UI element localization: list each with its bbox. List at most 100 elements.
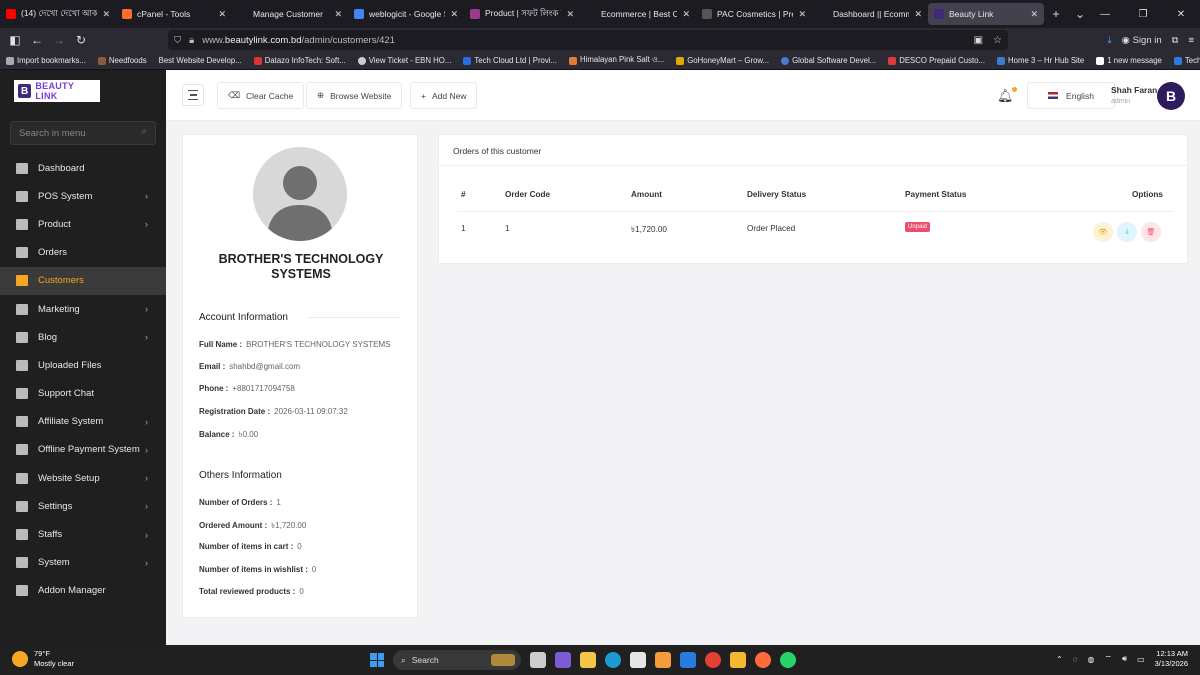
sidebar-item-pos-system[interactable]: POS System › — [0, 182, 166, 210]
sidebar-item-settings[interactable]: Settings › — [0, 492, 166, 520]
tray-app-icon[interactable]: ◍ — [1088, 655, 1095, 664]
sidebar-item-offline-payment[interactable]: Offline Payment System › — [0, 436, 166, 464]
download-icon[interactable]: ⤓ — [1117, 222, 1137, 242]
sidebar-item-support-chat[interactable]: Support Chat — [0, 380, 166, 408]
taskbar-search[interactable]: ⌕ Search — [393, 650, 521, 670]
browser-tab[interactable]: Ecommerce | Best Online Sh ✕ — [580, 3, 696, 25]
bookmark-item[interactable]: View Ticket - EBN HO... — [357, 56, 451, 65]
sidebar-item-website-setup[interactable]: Website Setup › — [0, 464, 166, 492]
sidebar-item-marketing[interactable]: Marketing › — [0, 295, 166, 323]
add-new-button[interactable]: + Add New — [410, 82, 478, 109]
language-selector[interactable]: English — [1027, 82, 1115, 109]
browser-tab[interactable]: (14) দেখো দেখো আকাশে ✕ — [0, 3, 116, 25]
windows-start-icon[interactable] — [370, 653, 384, 667]
brand-logo[interactable]: B BEAUTY LINK — [14, 80, 100, 102]
file-explorer-icon[interactable] — [580, 652, 596, 668]
sidebar-item-uploaded-files[interactable]: Uploaded Files — [0, 351, 166, 379]
reload-icon[interactable]: ↻ — [70, 33, 92, 47]
bookmark-item[interactable]: Tech Cloud Ltd | Provi... — [463, 56, 557, 65]
sidebar-item-orders[interactable]: Orders — [0, 239, 166, 267]
sidebar-item-system[interactable]: System › — [0, 549, 166, 577]
forward-icon[interactable]: → — [48, 33, 70, 47]
view-eye-icon[interactable]: 👁︎ — [1093, 222, 1113, 242]
close-icon[interactable]: ✕ — [218, 9, 226, 20]
browser-tab[interactable]: Manage Customer ✕ — [232, 3, 348, 25]
sidebar-toggle-icon[interactable]: ◧ — [4, 33, 26, 47]
download-icon[interactable]: ⤓ — [1107, 35, 1111, 46]
extensions-icon[interactable]: ⧉ — [1172, 35, 1179, 46]
sidebar-item-dashboard[interactable]: Dashboard — [0, 154, 166, 182]
sidebar-item-product[interactable]: Product › — [0, 210, 166, 238]
search-highlight-icon — [491, 654, 515, 666]
trash-icon[interactable]: 🗑︎ — [1141, 222, 1161, 242]
bookmark-item[interactable]: Needfoods — [97, 56, 147, 65]
hamburger-icon[interactable] — [182, 84, 204, 106]
minimize-icon[interactable]: — — [1086, 9, 1124, 20]
close-icon[interactable]: ✕ — [102, 9, 110, 20]
field-value: BROTHER'S TECHNOLOGY SYSTEMS — [246, 340, 391, 349]
bookmark-item[interactable]: TechOrbit IT — [1173, 56, 1200, 65]
close-icon[interactable]: ✕ — [334, 9, 342, 20]
avatar[interactable]: B — [1157, 82, 1185, 110]
taskbar-clock[interactable]: 12:13 AM 3/13/2026 — [1155, 649, 1188, 669]
close-icon[interactable]: ✕ — [798, 9, 806, 20]
volume-icon[interactable]: 🔊︎ — [1122, 654, 1127, 664]
menu-search-input[interactable]: Search in menu ⌕ — [10, 121, 156, 145]
browser-tab[interactable]: Product | সফট লিংক আঃ ✕ — [464, 3, 580, 25]
wifi-icon[interactable]: ⌔ — [1104, 654, 1112, 664]
close-icon[interactable]: ✕ — [450, 9, 458, 20]
chevron-up-icon[interactable]: ⌃ — [1056, 655, 1063, 664]
bookmark-item[interactable]: Global Software Devel... — [781, 56, 876, 65]
sign-in-button[interactable]: ◉ Sign in — [1122, 35, 1162, 46]
sidebar-item-addon-manager[interactable]: Addon Manager — [0, 577, 166, 605]
field-value: 1 — [276, 498, 281, 507]
reader-view-icon[interactable]: ▣ — [974, 35, 983, 46]
bookmark-item[interactable]: Import bookmarks... — [6, 56, 86, 65]
app-icon[interactable] — [655, 652, 671, 668]
bookmark-item[interactable]: Himalayan Pink Salt ও... — [569, 54, 664, 67]
sublime-icon[interactable] — [730, 652, 746, 668]
notification-bell-icon[interactable]: 🔔︎ — [997, 87, 1017, 104]
browse-website-label: Browse Website — [330, 90, 392, 101]
close-icon[interactable]: ✕ — [682, 9, 690, 20]
sidebar-item-affiliate-system[interactable]: Affiliate System › — [0, 408, 166, 436]
bookmark-item[interactable]: Datazo InfoTech: Soft... — [253, 56, 346, 65]
new-tab-icon[interactable]: + — [1044, 7, 1068, 21]
firefox-icon[interactable] — [755, 652, 771, 668]
close-icon[interactable]: ✕ — [1030, 9, 1038, 20]
chrome-icon[interactable] — [705, 652, 721, 668]
browser-tab[interactable]: weblogicit - Google Sea ✕ — [348, 3, 464, 25]
battery-icon[interactable]: ▭ — [1137, 655, 1145, 664]
bookmark-item[interactable]: DESCO Prepaid Custo... — [888, 56, 985, 65]
edge-icon[interactable] — [605, 652, 621, 668]
weather-widget[interactable]: 79°F Mostly clear — [12, 649, 74, 669]
task-view-icon[interactable] — [530, 652, 546, 668]
field-label: Registration Date : — [199, 407, 271, 416]
bookmark-item[interactable]: Home 3 – Hr Hub Site — [997, 56, 1084, 65]
close-icon[interactable]: ✕ — [914, 9, 922, 20]
store-icon[interactable] — [630, 652, 646, 668]
address-bar[interactable]: ⛉ 🔒︎ www.beautylink.com.bd/admin/custome… — [168, 30, 1008, 50]
close-window-icon[interactable]: ✕ — [1162, 9, 1200, 20]
vscode-icon[interactable] — [680, 652, 696, 668]
sidebar-item-blog[interactable]: Blog › — [0, 323, 166, 351]
back-icon[interactable]: ← — [26, 33, 48, 47]
bookmark-item[interactable]: 1 new message — [1096, 56, 1162, 65]
copilot-icon[interactable] — [555, 652, 571, 668]
browser-tab[interactable]: Dashboard || Ecommerce ✕ — [812, 3, 928, 25]
sidebar-item-staffs[interactable]: Staffs › — [0, 520, 166, 548]
maximize-icon[interactable]: ❐ — [1124, 9, 1162, 20]
browser-tab[interactable]: PAC Cosmetics | Premiu ✕ — [696, 3, 812, 25]
bookmark-star-icon[interactable]: ☆ — [993, 35, 1002, 46]
bookmark-item[interactable]: GoHoneyMart – Grow... — [676, 56, 769, 65]
close-icon[interactable]: ✕ — [566, 9, 574, 20]
tray-app-icon[interactable]: ◌ — [1073, 655, 1078, 664]
menu-icon[interactable]: ≡ — [1188, 35, 1194, 46]
browser-tab[interactable]: cPanel - Tools ✕ — [116, 3, 232, 25]
browse-website-button[interactable]: ⊕ Browse Website — [306, 82, 403, 109]
bookmark-item[interactable]: Best Website Develop... — [159, 56, 242, 65]
browser-tab-active[interactable]: Beauty Link ✕ — [928, 3, 1044, 25]
clear-cache-button[interactable]: ⌫ Clear Cache — [217, 82, 305, 109]
whatsapp-icon[interactable] — [780, 652, 796, 668]
sidebar-item-customers[interactable]: Customers — [0, 266, 166, 295]
